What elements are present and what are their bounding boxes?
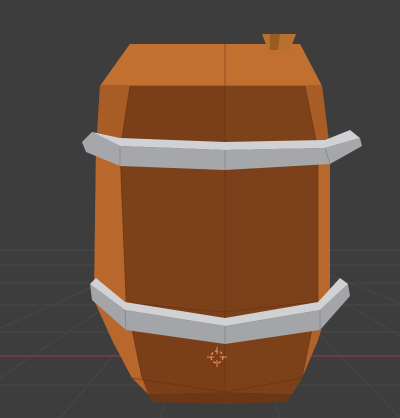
viewport-canvas[interactable] bbox=[0, 0, 400, 418]
barrel-lid bbox=[100, 44, 322, 86]
3d-viewport[interactable] bbox=[0, 0, 400, 418]
barrel-bottom-rim bbox=[148, 392, 292, 404]
barrel-stopper bbox=[262, 34, 296, 50]
barrel-object[interactable] bbox=[82, 44, 362, 404]
